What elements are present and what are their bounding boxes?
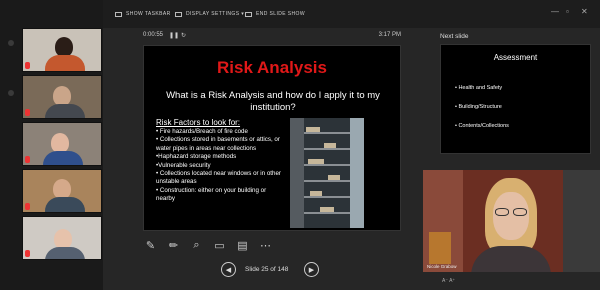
zoom-icon[interactable]: ⌕ <box>189 238 204 253</box>
next-slide-label: Next slide <box>440 33 469 40</box>
timer-row: 0:00:55 ❚❚ ↻ 3:17 PM <box>143 32 401 42</box>
clock: 3:17 PM <box>378 32 401 38</box>
next-slide-list: • Health and Safety • Building/Structure… <box>455 79 509 136</box>
text-size-controls[interactable]: A⁻ A⁺ <box>442 278 455 284</box>
end-show-button[interactable]: END SLIDE SHOW <box>245 11 305 17</box>
laser-pointer-icon[interactable]: ✎ <box>143 238 158 253</box>
reset-timer-icon[interactable]: ↻ <box>181 32 186 39</box>
participant-video[interactable] <box>22 28 102 72</box>
presenter-toolbar: SHOW TASKBAR DISPLAY SETTINGS ▾ END SLID… <box>103 0 600 28</box>
previous-slide-button[interactable]: ◀ <box>221 262 236 277</box>
pen-icon[interactable]: ✏ <box>166 238 181 253</box>
display-settings-button[interactable]: DISPLAY SETTINGS ▾ <box>175 11 244 17</box>
current-slide: Risk Analysis What is a Risk Analysis an… <box>143 45 401 231</box>
list-item: • Fire hazards/Breach of fire code <box>156 128 248 135</box>
list-item: • Contents/Collections <box>455 123 509 129</box>
muted-mic-icon <box>25 156 30 163</box>
risk-factors-heading: Risk Factors to look for: <box>156 118 241 127</box>
app-root: SHOW TASKBAR DISPLAY SETTINGS ▾ END SLID… <box>0 0 600 290</box>
show-taskbar-button[interactable]: SHOW TASKBAR <box>115 11 171 17</box>
slide-title: Risk Analysis <box>217 58 327 77</box>
list-item: •Haphazard storage methods <box>156 153 237 161</box>
participant-strip <box>0 0 103 290</box>
participant-video[interactable] <box>22 122 102 166</box>
list-item: • Building/Structure <box>455 104 502 110</box>
participant-video[interactable] <box>22 169 102 213</box>
slide-navigation: ◀ Slide 25 of 148 ▶ <box>221 261 321 278</box>
close-icon[interactable]: ✕ <box>581 7 588 16</box>
risk-factors-list: • Fire hazards/Breach of fire code • Col… <box>156 128 286 204</box>
taskbar-icon <box>115 11 122 17</box>
next-slide-preview[interactable]: Assessment • Health and Safety • Buildin… <box>440 44 591 154</box>
black-screen-icon[interactable]: ▭ <box>212 238 227 253</box>
storage-shelves-photo <box>290 118 364 228</box>
muted-mic-icon <box>25 62 30 69</box>
muted-mic-icon <box>25 250 30 257</box>
slide-subtitle: What is a Risk Analysis and how do I app… <box>166 90 380 113</box>
status-dot <box>8 40 14 46</box>
next-slide-button[interactable]: ▶ <box>304 262 319 277</box>
pause-timer-icon[interactable]: ❚❚ <box>169 32 179 39</box>
elapsed-time: 0:00:55 <box>143 32 164 38</box>
status-dot <box>8 90 14 96</box>
list-item: •Vulnerable security <box>156 161 211 169</box>
speaker-name: Nicole Grabow <box>427 264 457 269</box>
end-show-icon <box>245 11 252 17</box>
maximize-icon[interactable]: ▫ <box>566 7 569 16</box>
list-item: • Construction: either on your building … <box>156 186 267 203</box>
speaker-video[interactable]: Nicole Grabow <box>423 170 600 272</box>
list-item: • Collections located near windows or in… <box>156 170 281 186</box>
more-options-icon[interactable]: ⋯ <box>258 238 273 253</box>
presenter-view: SHOW TASKBAR DISPLAY SETTINGS ▾ END SLID… <box>103 0 600 290</box>
list-item: • Health and Safety <box>455 85 503 91</box>
participant-video[interactable] <box>22 75 102 119</box>
slide-tools: ✎ ✏ ⌕ ▭ ▤ ⋯ <box>143 238 273 253</box>
participant-video[interactable] <box>22 216 102 260</box>
slide-counter[interactable]: Slide 25 of 148 <box>245 266 288 273</box>
list-item: • Collections stored in basements or att… <box>156 136 280 152</box>
minimize-icon[interactable]: — <box>551 7 559 16</box>
display-icon <box>175 11 182 17</box>
muted-mic-icon <box>25 203 30 210</box>
subtitles-icon[interactable]: ▤ <box>235 238 250 253</box>
muted-mic-icon <box>25 109 30 116</box>
next-slide-title: Assessment <box>493 53 538 62</box>
